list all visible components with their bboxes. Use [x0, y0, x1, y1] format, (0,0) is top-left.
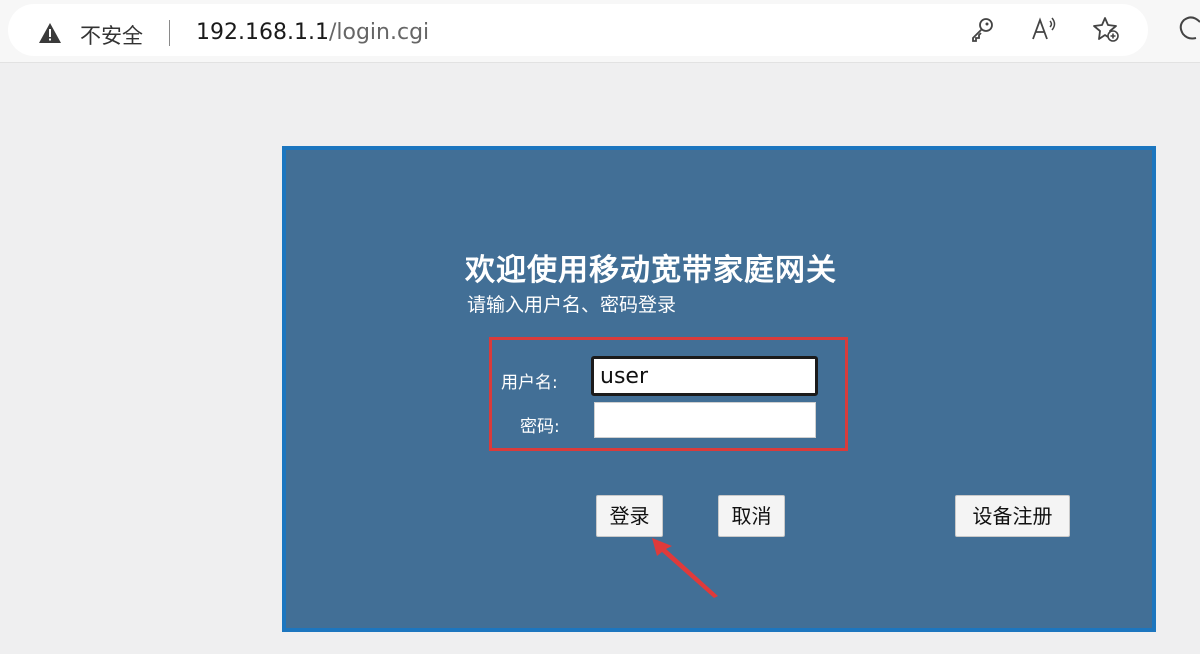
url-path: /login.cgi: [328, 20, 430, 45]
edge-icon[interactable]: [1178, 16, 1200, 42]
browser-address-bar: 不安全 192.168.1.1/login.cgi: [0, 0, 1200, 63]
username-input[interactable]: [591, 356, 818, 396]
password-input[interactable]: [594, 402, 816, 438]
password-label: 密码:: [520, 417, 560, 437]
divider: [169, 20, 170, 46]
url-host: 192.168.1.1: [196, 20, 329, 45]
url-text[interactable]: 192.168.1.1/login.cgi: [196, 20, 429, 45]
login-button[interactable]: 登录: [596, 495, 663, 537]
pointer-arrow: [652, 538, 718, 598]
cancel-button[interactable]: 取消: [718, 495, 785, 537]
page-title: 欢迎使用移动宽带家庭网关: [465, 253, 837, 288]
username-label: 用户名:: [501, 373, 558, 393]
read-aloud-icon[interactable]: [1030, 15, 1058, 43]
device-register-button[interactable]: 设备注册: [955, 495, 1070, 537]
page-subtitle: 请输入用户名、密码登录: [467, 294, 677, 316]
key-icon[interactable]: [968, 15, 996, 43]
security-status-label[interactable]: 不安全: [80, 20, 143, 50]
favorite-star-icon[interactable]: [1092, 15, 1120, 43]
warning-icon[interactable]: [38, 22, 62, 44]
